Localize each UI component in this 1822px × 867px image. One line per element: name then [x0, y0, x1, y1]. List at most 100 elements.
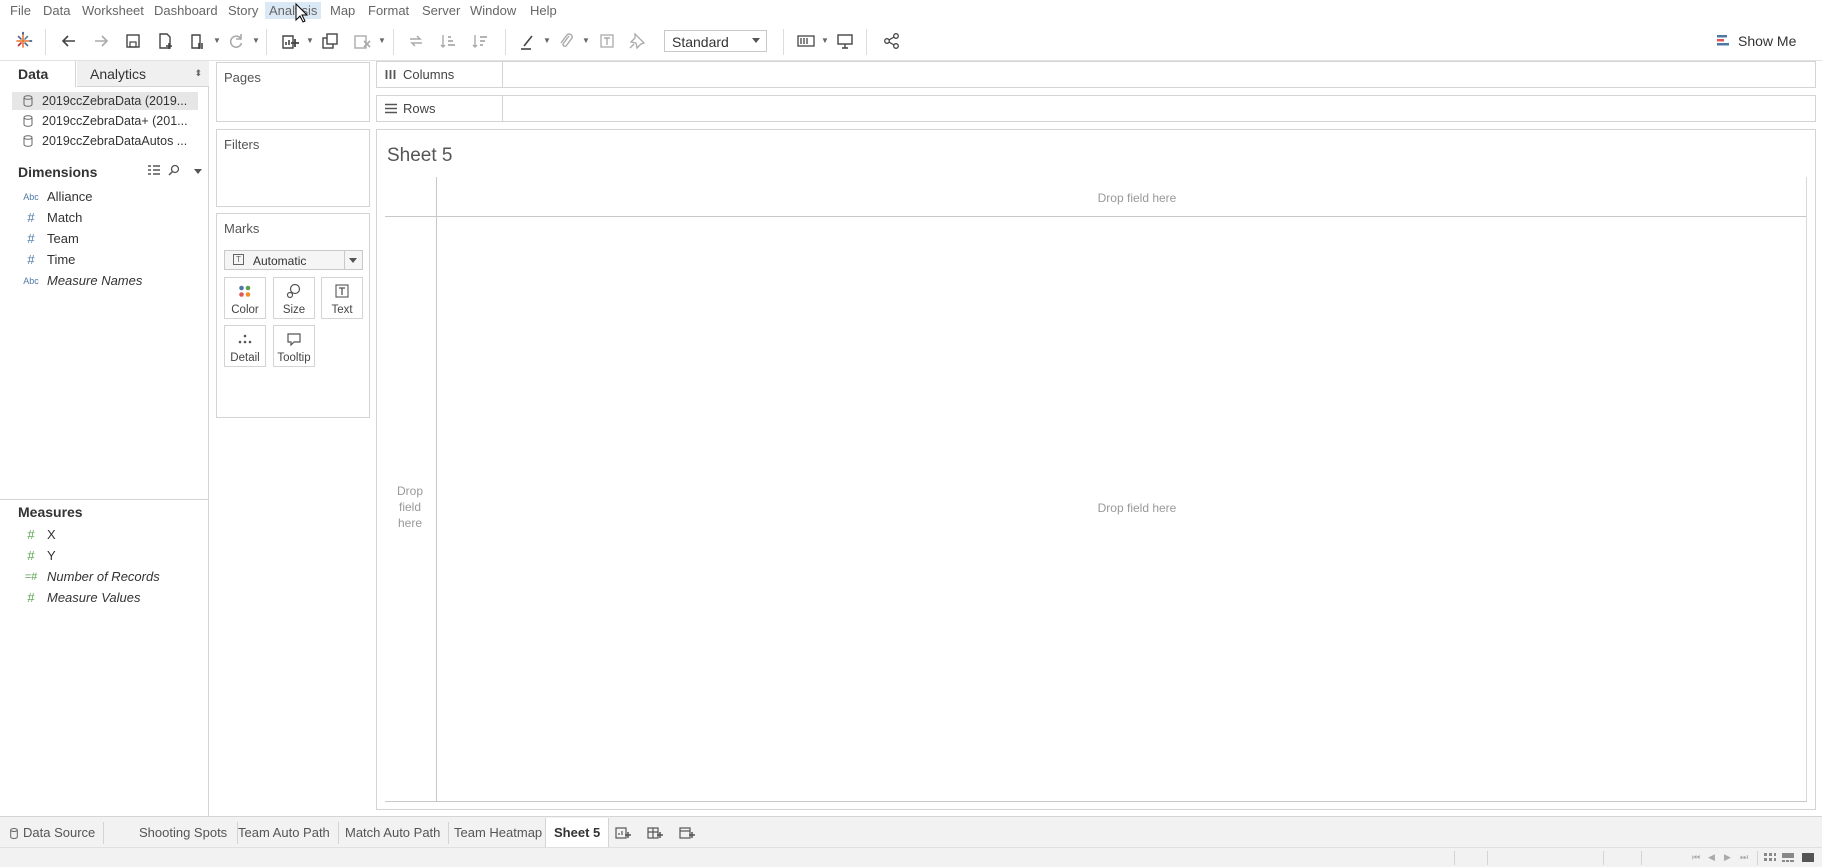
color-icon — [239, 285, 251, 297]
share-icon[interactable] — [880, 29, 904, 53]
menu-server[interactable]: Server — [418, 2, 464, 19]
sheet-sorter-icon[interactable] — [1763, 852, 1777, 863]
pin-icon[interactable] — [625, 29, 649, 53]
menu-format[interactable]: Format — [364, 2, 413, 19]
new-worksheet-icon[interactable] — [278, 29, 302, 53]
drop-zone-center[interactable]: Drop field here — [1077, 500, 1197, 516]
previous-sheet-icon[interactable]: ◀ — [1708, 852, 1715, 863]
tab-sheet-5[interactable]: Sheet 5 — [545, 818, 610, 847]
menu-bar: File Data Worksheet Dashboard Story Anal… — [0, 0, 1822, 21]
pane-divider[interactable] — [0, 499, 209, 500]
refresh-icon[interactable] — [224, 29, 248, 53]
measures-header: Measures — [18, 504, 83, 520]
drop-text: here — [397, 516, 423, 530]
view-as-list-icon[interactable] — [148, 165, 160, 176]
drop-zone-rows[interactable]: Drop field here — [385, 483, 435, 531]
menu-data[interactable]: Data — [39, 2, 74, 19]
datasource-item[interactable]: 2019ccZebraData+ (201... — [12, 112, 198, 130]
dimension-field-time[interactable]: # Time — [20, 250, 75, 270]
size-button[interactable]: Size — [273, 277, 315, 319]
highlight-icon[interactable] — [515, 29, 539, 53]
last-sheet-icon[interactable]: ⏭ — [1740, 852, 1748, 863]
sheet-title[interactable]: Sheet 5 — [387, 145, 453, 167]
search-icon[interactable] — [168, 164, 180, 176]
measure-field-number-of-records[interactable]: =# Number of Records — [20, 567, 160, 587]
menu-story[interactable]: Story — [224, 2, 262, 19]
show-me-button[interactable]: Show Me — [1716, 29, 1806, 53]
menu-map[interactable]: Map — [326, 2, 359, 19]
marks-card: Marks T Automatic Color Size Text Detail… — [216, 213, 370, 418]
menu-help[interactable]: Help — [526, 2, 561, 19]
tab-data[interactable]: Data — [0, 61, 76, 87]
tab-data-source[interactable]: Data Source — [0, 822, 105, 844]
sort-descending-icon[interactable] — [468, 29, 492, 53]
tab-team-auto-path[interactable]: Team Auto Path — [230, 822, 339, 844]
datasource-item[interactable]: 2019ccZebraDataAutos ... — [12, 132, 198, 150]
pages-card[interactable]: Pages — [216, 62, 370, 122]
tab-team-heatmap[interactable]: Team Heatmap — [446, 822, 552, 844]
mark-type-dropdown[interactable]: T Automatic — [224, 250, 363, 270]
redo-icon[interactable] — [89, 29, 113, 53]
tab-label: Match Auto Path — [345, 825, 441, 840]
datasource-item[interactable]: 2019ccZebraData (2019... — [12, 92, 198, 110]
drop-zone-columns[interactable]: Drop field here — [1077, 190, 1197, 206]
presentation-icon[interactable] — [833, 29, 857, 53]
measure-field-x[interactable]: # X — [20, 525, 55, 545]
menu-worksheet[interactable]: Worksheet — [78, 2, 148, 19]
dimension-field-match[interactable]: # Match — [20, 208, 82, 228]
color-label: Color — [231, 304, 259, 316]
measure-field-y[interactable]: # Y — [20, 546, 55, 566]
tabs-view-icon[interactable] — [1801, 852, 1815, 863]
tab-shooting-spots[interactable]: Shooting Spots — [129, 822, 239, 844]
new-story-tab-icon[interactable] — [677, 824, 697, 842]
first-sheet-icon[interactable]: ⏮ — [1692, 852, 1700, 863]
rows-shelf[interactable]: Rows — [376, 95, 1816, 122]
sort-ascending-icon[interactable] — [436, 29, 460, 53]
tableau-logo-icon[interactable] — [11, 29, 35, 53]
text-button[interactable]: Text — [321, 277, 363, 319]
clear-sheet-icon[interactable] — [350, 29, 374, 53]
updown-icon[interactable]: ⬍ — [194, 68, 202, 79]
tooltip-button[interactable]: Tooltip — [273, 325, 315, 367]
field-label: Measure Values — [47, 590, 141, 605]
duplicate-sheet-icon[interactable] — [318, 29, 342, 53]
labels-icon[interactable] — [595, 29, 619, 53]
dimensions-header: Dimensions — [18, 164, 98, 180]
next-sheet-icon[interactable]: ▶ — [1724, 852, 1731, 863]
show-cards-icon[interactable] — [794, 29, 818, 53]
tab-label: Team Auto Path — [238, 825, 330, 840]
new-dashboard-tab-icon[interactable] — [645, 824, 665, 842]
dimension-field-alliance[interactable]: Abc Alliance — [20, 187, 93, 207]
detail-button[interactable]: Detail — [224, 325, 266, 367]
measure-field-measure-values[interactable]: # Measure Values — [20, 588, 140, 608]
size-label: Size — [282, 304, 306, 316]
dimension-field-team[interactable]: # Team — [20, 229, 78, 249]
columns-shelf[interactable]: Columns — [376, 61, 1816, 88]
new-worksheet-tab-icon[interactable] — [613, 824, 633, 842]
fit-value: Standard — [672, 34, 729, 50]
filmstrip-icon[interactable] — [1781, 852, 1795, 863]
color-button[interactable]: Color — [224, 277, 266, 319]
save-icon[interactable] — [121, 29, 145, 53]
group-icon[interactable] — [554, 29, 578, 53]
undo-icon[interactable] — [57, 29, 81, 53]
pause-updates-icon[interactable] — [185, 29, 209, 53]
datasource-label: 2019ccZebraData+ (201... — [42, 114, 188, 128]
menu-analysis[interactable]: Analysis — [265, 2, 322, 19]
menu-dashboard[interactable]: Dashboard — [150, 2, 222, 19]
tab-analytics[interactable]: Analytics ⬍ — [77, 61, 209, 87]
dimension-field-measure-names[interactable]: Abc Measure Names — [20, 271, 142, 291]
fit-dropdown[interactable]: Standard — [664, 30, 767, 52]
chevron-down-icon[interactable] — [194, 169, 202, 174]
field-label: Number of Records — [47, 569, 160, 584]
filters-card[interactable]: Filters — [216, 129, 370, 207]
datasource-label: 2019ccZebraDataAutos ... — [42, 134, 188, 148]
field-label: Alliance — [47, 189, 93, 204]
show-me-label: Show Me — [1738, 33, 1797, 49]
menu-window[interactable]: Window — [466, 2, 520, 19]
worksheet-view: Sheet 5 Drop field here Drop field here … — [376, 129, 1816, 810]
new-datasource-icon[interactable] — [153, 29, 177, 53]
menu-file[interactable]: File — [6, 2, 35, 19]
swap-icon[interactable] — [404, 29, 428, 53]
tab-match-auto-path[interactable]: Match Auto Path — [337, 822, 450, 844]
